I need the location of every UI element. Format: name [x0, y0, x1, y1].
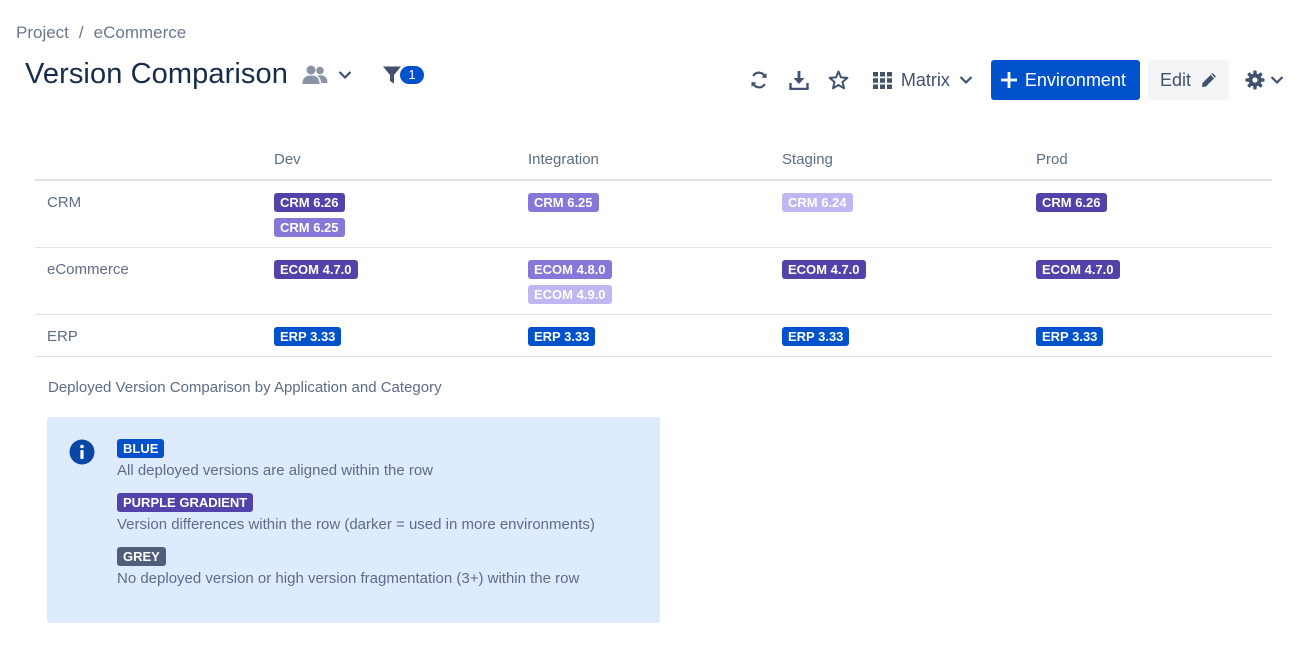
table-caption: Deployed Version Comparison by Applicati…: [48, 379, 442, 396]
cell-integration: ECOM 4.8.0 ECOM 4.9.0: [528, 247, 782, 315]
title-row: Version Comparison 1: [25, 58, 424, 91]
breadcrumb-item-ecommerce[interactable]: eCommerce: [94, 23, 187, 43]
toolbar: Matrix Environment Edit: [739, 60, 1284, 100]
download-button[interactable]: [779, 60, 819, 100]
filter-count-badge: 1: [399, 65, 424, 84]
breadcrumb-separator: /: [78, 23, 84, 42]
legend-description: All deployed versions are aligned within…: [117, 462, 434, 479]
legend-item: GREY No deployed version or high version …: [117, 547, 595, 587]
cell-prod: CRM 6.26: [1036, 180, 1272, 248]
legend-color-lozenge: PURPLE GRADIENT: [117, 493, 254, 512]
chevron-down-icon: [338, 70, 352, 79]
row-label: ERP: [35, 314, 274, 357]
filter-icon: [382, 66, 401, 83]
row-label: eCommerce: [35, 247, 274, 315]
version-lozenge[interactable]: CRM 6.24: [782, 193, 853, 212]
column-header-dev: Dev: [274, 138, 528, 181]
favorite-button[interactable]: [819, 60, 859, 100]
legend-list: BLUE All deployed versions are aligned wi…: [117, 439, 595, 601]
chevron-down-icon: [959, 76, 973, 85]
table-row: ERP ERP 3.33 ERP 3.33 ERP 3.33 ERP 3.33: [35, 314, 1272, 357]
grid-icon: [872, 71, 892, 89]
version-lozenge[interactable]: CRM 6.26: [274, 193, 345, 212]
settings-dropdown-button[interactable]: [1245, 70, 1284, 90]
column-header-integration: Integration: [528, 138, 782, 181]
table-row: eCommerce ECOM 4.7.0 ECOM 4.8.0 ECOM 4.9.0 E…: [35, 247, 1272, 315]
table-row: CRM CRM 6.26 CRM 6.25 CRM 6.25 CRM 6.24 CRM 6…: [35, 180, 1272, 248]
version-lozenge[interactable]: ERP 3.33: [1036, 327, 1104, 346]
version-lozenge[interactable]: CRM 6.26: [1036, 193, 1107, 212]
version-lozenge[interactable]: ECOM 4.7.0: [274, 260, 358, 279]
cell-integration: CRM 6.25: [528, 180, 782, 248]
page-title: Version Comparison: [25, 58, 288, 90]
view-mode-label: Matrix: [900, 69, 950, 90]
chevron-down-icon: [1270, 76, 1284, 85]
refresh-icon: [751, 71, 767, 89]
column-header-staging: Staging: [782, 138, 1036, 181]
filter-button[interactable]: 1: [382, 65, 424, 85]
edit-button[interactable]: Edit: [1147, 60, 1229, 100]
version-lozenge[interactable]: ECOM 4.7.0: [782, 260, 866, 279]
version-lozenge[interactable]: ECOM 4.8.0: [528, 260, 612, 279]
refresh-button[interactable]: [739, 60, 779, 100]
legend-item: BLUE All deployed versions are aligned wi…: [117, 439, 595, 479]
version-matrix-table: Dev Integration Staging Prod CRM CRM 6.26…: [35, 138, 1272, 357]
cell-dev: ECOM 4.7.0: [274, 247, 528, 315]
view-mode-dropdown[interactable]: Matrix: [872, 69, 973, 91]
version-lozenge[interactable]: CRM 6.25: [528, 193, 599, 212]
gear-icon: [1245, 70, 1265, 90]
table-header-row: Dev Integration Staging Prod: [35, 138, 1272, 181]
plus-icon: [1000, 72, 1017, 88]
version-lozenge[interactable]: ECOM 4.9.0: [528, 285, 612, 304]
star-icon: [829, 70, 849, 90]
edit-label: Edit: [1159, 69, 1191, 90]
cell-dev: CRM 6.26 CRM 6.25: [274, 180, 528, 248]
cell-dev: ERP 3.33: [274, 314, 528, 357]
legend-color-lozenge: GREY: [117, 547, 166, 566]
column-header-prod: Prod: [1036, 138, 1272, 181]
cell-staging: ERP 3.33: [782, 314, 1036, 357]
version-lozenge[interactable]: ERP 3.33: [274, 327, 342, 346]
cell-prod: ERP 3.33: [1036, 314, 1272, 357]
legend-item: PURPLE GRADIENT Version differences withi…: [117, 493, 595, 533]
cell-integration: ERP 3.33: [528, 314, 782, 357]
legend-description: No deployed version or high version frag…: [117, 570, 580, 587]
column-header-application: [35, 138, 274, 181]
info-icon: [69, 439, 95, 465]
breadcrumb-item-project[interactable]: Project: [16, 23, 69, 43]
version-lozenge[interactable]: ERP 3.33: [528, 327, 596, 346]
add-environment-button[interactable]: Environment: [990, 60, 1140, 100]
version-lozenge[interactable]: CRM 6.25: [274, 218, 345, 237]
breadcrumb: Project / eCommerce: [16, 23, 186, 43]
row-label: CRM: [35, 180, 274, 248]
audience-dropdown-button[interactable]: [302, 64, 352, 86]
legend-description: Version differences within the row (dark…: [117, 516, 595, 533]
cell-staging: ECOM 4.7.0: [782, 247, 1036, 315]
legend-color-lozenge: BLUE: [117, 439, 165, 458]
people-icon: [302, 65, 328, 84]
add-environment-label: Environment: [1024, 69, 1126, 90]
pencil-icon: [1202, 73, 1216, 87]
cell-staging: CRM 6.24: [782, 180, 1036, 248]
version-lozenge[interactable]: ECOM 4.7.0: [1036, 260, 1120, 279]
cell-prod: ECOM 4.7.0: [1036, 247, 1272, 315]
version-lozenge[interactable]: ERP 3.33: [782, 327, 850, 346]
download-icon: [789, 71, 809, 90]
legend-info-panel: BLUE All deployed versions are aligned wi…: [47, 417, 660, 623]
